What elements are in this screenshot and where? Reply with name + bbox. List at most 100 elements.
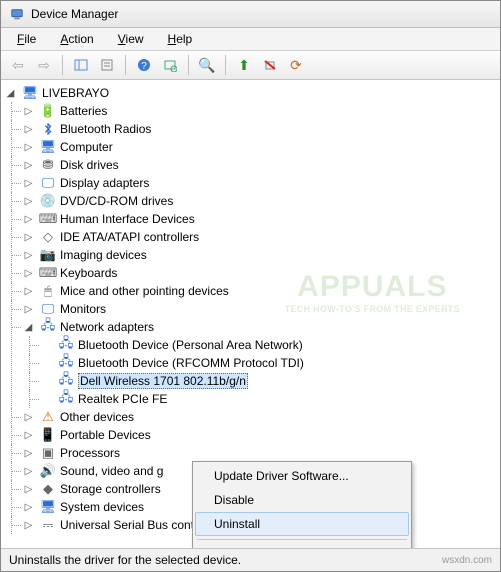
storage-icon: ◆ (40, 481, 56, 497)
svg-text:?: ? (141, 61, 147, 72)
other-devices-icon: ⚠ (40, 409, 56, 425)
toolbar-separator (188, 55, 189, 75)
menu-view[interactable]: View (108, 30, 154, 48)
node-monitors[interactable]: ▷ 🖵 Monitors (21, 300, 498, 318)
toolbar: ⇦ ⇨ ? 🔍 ⬆ ⟳ (1, 51, 500, 80)
device-tree[interactable]: APPUALS TECH HOW-TO'S FROM THE EXPERTS ◢… (1, 80, 500, 548)
node-keyboards[interactable]: ▷⌨Keyboards (21, 264, 498, 282)
node-label: Monitors (60, 302, 106, 316)
node-processors[interactable]: ▷▣Processors (21, 444, 498, 462)
device-manager-window: Device Manager File Action View Help ⇦ ⇨… (0, 0, 501, 572)
node-portable[interactable]: ▷📱Portable Devices (21, 426, 498, 444)
node-realtek[interactable]: ·🖧Realtek PCIe FE (39, 390, 498, 408)
node-display[interactable]: ▷🖵Display adapters (21, 174, 498, 192)
ctx-update-driver[interactable]: Update Driver Software... (195, 464, 409, 488)
node-bt-pan[interactable]: ·🖧Bluetooth Device (Personal Area Networ… (39, 336, 498, 354)
ide-icon: ◇ (40, 229, 56, 245)
hid-icon: ⌨ (40, 211, 56, 227)
disable-button[interactable]: ⟳ (285, 54, 307, 76)
collapse-icon[interactable]: ◢ (5, 88, 16, 99)
mouse-icon: 🖱 (40, 283, 56, 299)
context-menu: Update Driver Software... Disable Uninst… (192, 461, 412, 548)
expand-icon[interactable]: ▷ (23, 448, 34, 459)
expand-icon[interactable]: ▷ (23, 232, 34, 243)
node-label: Storage controllers (60, 482, 161, 496)
node-bluetooth[interactable]: ▷Bluetooth Radios (21, 120, 498, 138)
node-mice[interactable]: ▷ 🖱 Mice and other pointing devices (21, 282, 498, 300)
node-label: Bluetooth Device (RFCOMM Protocol TDI) (78, 356, 304, 370)
expand-icon[interactable]: ▷ (23, 268, 34, 279)
node-label: Display adapters (60, 176, 149, 190)
node-label: IDE ATA/ATAPI controllers (60, 230, 199, 244)
expand-icon[interactable]: ▷ (23, 520, 34, 531)
expand-icon[interactable]: ▷ (23, 250, 34, 261)
title-bar: Device Manager (1, 1, 500, 28)
ctx-uninstall[interactable]: Uninstall (195, 512, 409, 536)
update-driver-button[interactable]: ⬆ (233, 54, 255, 76)
node-label: Sound, video and g (60, 464, 163, 478)
expand-icon[interactable]: ▷ (23, 430, 34, 441)
help-button[interactable]: ? (133, 54, 155, 76)
menu-help[interactable]: Help (158, 30, 203, 48)
node-batteries[interactable]: ▷🔋Batteries (21, 102, 498, 120)
toolbar-separator (125, 55, 126, 75)
node-computer[interactable]: ▷🖥Computer (21, 138, 498, 156)
node-other[interactable]: ▷ ⚠ Other devices (21, 408, 498, 426)
node-label: Other devices (60, 410, 134, 424)
node-dvd[interactable]: ▷💿DVD/CD-ROM drives (21, 192, 498, 210)
scan-button[interactable] (159, 54, 181, 76)
menu-action[interactable]: Action (50, 30, 103, 48)
computer-root-icon: 🖥 (22, 85, 38, 101)
status-bar: Uninstalls the driver for the selected d… (1, 548, 500, 571)
node-label: Human Interface Devices (60, 212, 195, 226)
expand-icon[interactable]: ▷ (23, 142, 34, 153)
expand-icon[interactable]: ▷ (23, 106, 34, 117)
node-label: Mice and other pointing devices (60, 284, 229, 298)
node-imaging[interactable]: ▷📷Imaging devices (21, 246, 498, 264)
expand-icon[interactable]: ▷ (23, 304, 34, 315)
toolbar-separator (62, 55, 63, 75)
find-button[interactable]: 🔍 (196, 54, 218, 76)
node-label: Disk drives (60, 158, 119, 172)
forward-button[interactable]: ⇨ (33, 54, 55, 76)
node-hid[interactable]: ▷ ⌨ Human Interface Devices (21, 210, 498, 228)
monitor-icon: 🖵 (40, 301, 56, 317)
expand-icon[interactable]: ▷ (23, 160, 34, 171)
ctx-scan[interactable]: Scan for hardware changes (195, 543, 409, 548)
expand-icon[interactable]: ▷ (23, 502, 34, 513)
node-label: Processors (60, 446, 120, 460)
root-node[interactable]: ◢ 🖥 LIVEBRAYO (3, 84, 498, 102)
expand-icon[interactable]: ▷ (23, 124, 34, 135)
node-label: Portable Devices (60, 428, 151, 442)
node-network[interactable]: ◢🖧Network adapters (21, 318, 498, 336)
expand-icon[interactable]: ▷ (23, 178, 34, 189)
ctx-disable[interactable]: Disable (195, 488, 409, 512)
node-label: System devices (60, 500, 144, 514)
network-icon: 🖧 (40, 319, 56, 335)
imaging-icon: 📷 (40, 247, 56, 263)
expand-icon[interactable]: ▷ (23, 286, 34, 297)
node-ide[interactable]: ▷ ◇ IDE ATA/ATAPI controllers (21, 228, 498, 246)
node-label: Computer (60, 140, 113, 154)
toolbar-separator (225, 55, 226, 75)
bluetooth-icon (40, 121, 56, 137)
node-bt-rfcomm[interactable]: ·🖧Bluetooth Device (RFCOMM Protocol TDI) (39, 354, 498, 372)
expand-icon[interactable]: ▷ (23, 196, 34, 207)
node-dell-wireless[interactable]: ·🖧Dell Wireless 1701 802.11b/g/n (39, 372, 498, 390)
app-icon (9, 6, 25, 22)
properties-toolbar-button[interactable] (96, 54, 118, 76)
collapse-icon[interactable]: ◢ (23, 322, 34, 333)
back-button[interactable]: ⇦ (7, 54, 29, 76)
network-adapter-icon: 🖧 (58, 391, 74, 407)
expand-icon[interactable]: ▷ (23, 466, 34, 477)
expand-icon[interactable]: ▷ (23, 214, 34, 225)
expand-icon[interactable]: ▷ (23, 412, 34, 423)
menu-file[interactable]: File (7, 30, 46, 48)
node-disk[interactable]: ▷⛃Disk drives (21, 156, 498, 174)
menu-bar: File Action View Help (1, 28, 500, 51)
network-adapter-icon: 🖧 (58, 337, 74, 353)
show-hide-console-button[interactable] (70, 54, 92, 76)
expand-icon[interactable]: ▷ (23, 484, 34, 495)
uninstall-driver-button[interactable] (259, 54, 281, 76)
window-title: Device Manager (31, 7, 118, 21)
